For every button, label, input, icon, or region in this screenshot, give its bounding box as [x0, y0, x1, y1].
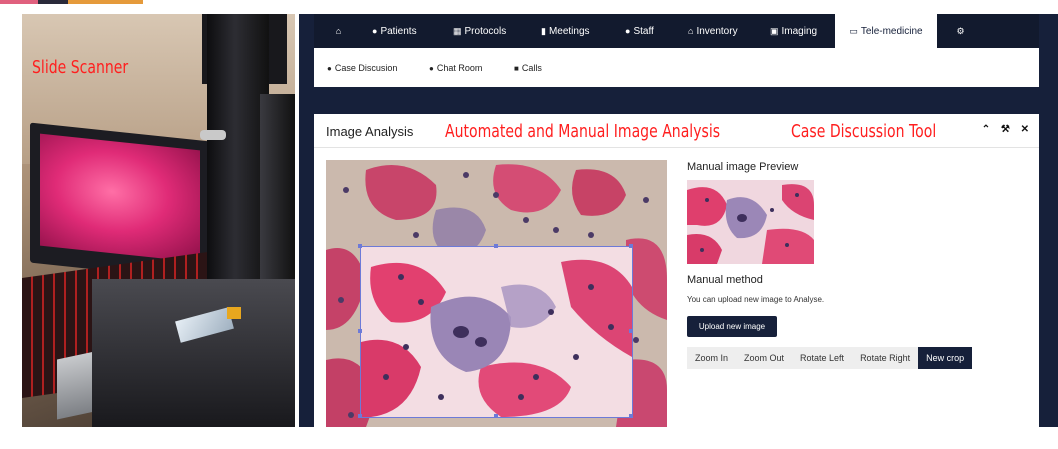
comments-icon: ● — [327, 64, 332, 73]
book-icon: ▮ — [541, 26, 546, 36]
chevron-up-icon[interactable]: ⌃ — [982, 124, 990, 135]
nav-label: Imaging — [781, 26, 818, 37]
upload-image-button[interactable]: Upload new image — [687, 316, 777, 337]
comments-icon: ● — [429, 64, 434, 73]
nav-patients[interactable]: ● Patients — [372, 14, 417, 48]
nav-telemedicine[interactable]: ▭ Tele-medicine — [835, 14, 937, 48]
user-icon: ● — [625, 26, 631, 36]
home-icon: ⌂ — [335, 26, 342, 36]
nav-label: Staff — [633, 26, 654, 37]
manual-preview-image — [687, 180, 814, 264]
method-description: You can upload new image to Analyse. — [687, 295, 825, 304]
image-analysis-panel: Image Analysis ⌃ ⚒ ✕ Manual image Previe… — [314, 114, 1039, 427]
subnav-label: Case Discusion — [334, 63, 398, 73]
nav-label: Inventory — [696, 26, 738, 37]
preview-title: Manual image Preview — [687, 161, 799, 173]
crop-preview-image — [361, 247, 632, 417]
users-icon: ● — [372, 26, 378, 36]
sub-nav: ● Case Discusion ● Chat Room ■ Calls — [314, 48, 1039, 87]
nav-inventory[interactable]: ⌂ Inventory — [688, 14, 738, 48]
panel-title: Image Analysis — [326, 124, 414, 139]
subnav-label: Chat Room — [436, 63, 483, 73]
video-icon: ■ — [514, 64, 519, 73]
panel-tools: ⌃ ⚒ ✕ — [974, 124, 1029, 135]
gear-icon: ⚙ — [956, 26, 965, 36]
nav-staff[interactable]: ● Staff — [625, 14, 654, 48]
zoom-out-button[interactable]: Zoom Out — [736, 347, 793, 369]
nav-label: Tele-medicine — [860, 26, 923, 37]
slide-scanner-label: Slide Scanner — [32, 57, 129, 78]
discussion-overlay-label: Case Discussion Tool — [791, 121, 937, 142]
nav-label: Patients — [380, 26, 417, 37]
rotate-right-button[interactable]: Rotate Right — [852, 347, 919, 369]
telemedicine-app: ⌂ ● Patients ▦ Protocols ▮ Meetings ● Staff … — [299, 14, 1058, 427]
rotate-left-button[interactable]: Rotate Left — [792, 347, 853, 369]
nav-label: Protocols — [464, 26, 507, 37]
wrench-icon[interactable]: ⚒ — [1001, 124, 1010, 135]
top-color-stripe — [0, 0, 1058, 4]
chart-icon: ▦ — [453, 26, 462, 36]
new-crop-button[interactable]: New crop — [918, 347, 973, 369]
nav-protocols[interactable]: ▦ Protocols — [453, 14, 506, 48]
subnav-chat-room[interactable]: ● Chat Room — [429, 63, 482, 73]
analysis-image[interactable] — [326, 160, 667, 427]
nav-imaging[interactable]: ▣ Imaging — [770, 14, 817, 48]
main-nav: ⌂ ● Patients ▦ Protocols ▮ Meetings ● Staff … — [314, 14, 1039, 48]
nav-label: Meetings — [548, 26, 590, 37]
subnav-calls[interactable]: ■ Calls — [514, 63, 542, 73]
close-icon[interactable]: ✕ — [1021, 124, 1029, 135]
image-icon: ▣ — [770, 26, 779, 36]
image-tools-group: Zoom In Zoom Out Rotate Left Rotate Righ… — [687, 347, 973, 369]
subnav-case-discussion[interactable]: ● Case Discusion — [327, 63, 397, 73]
nav-settings[interactable]: ⚙ — [955, 14, 969, 48]
crop-selection[interactable] — [358, 244, 633, 418]
monitor-icon: ▭ — [849, 26, 858, 36]
nav-home[interactable]: ⌂ — [328, 14, 352, 48]
method-title: Manual method — [687, 274, 763, 286]
bank-icon: ⌂ — [688, 26, 694, 36]
zoom-in-button[interactable]: Zoom In — [687, 347, 737, 369]
nav-meetings[interactable]: ▮ Meetings — [541, 14, 590, 48]
analysis-overlay-label: Automated and Manual Image Analysis — [445, 121, 721, 142]
subnav-label: Calls — [521, 63, 542, 73]
